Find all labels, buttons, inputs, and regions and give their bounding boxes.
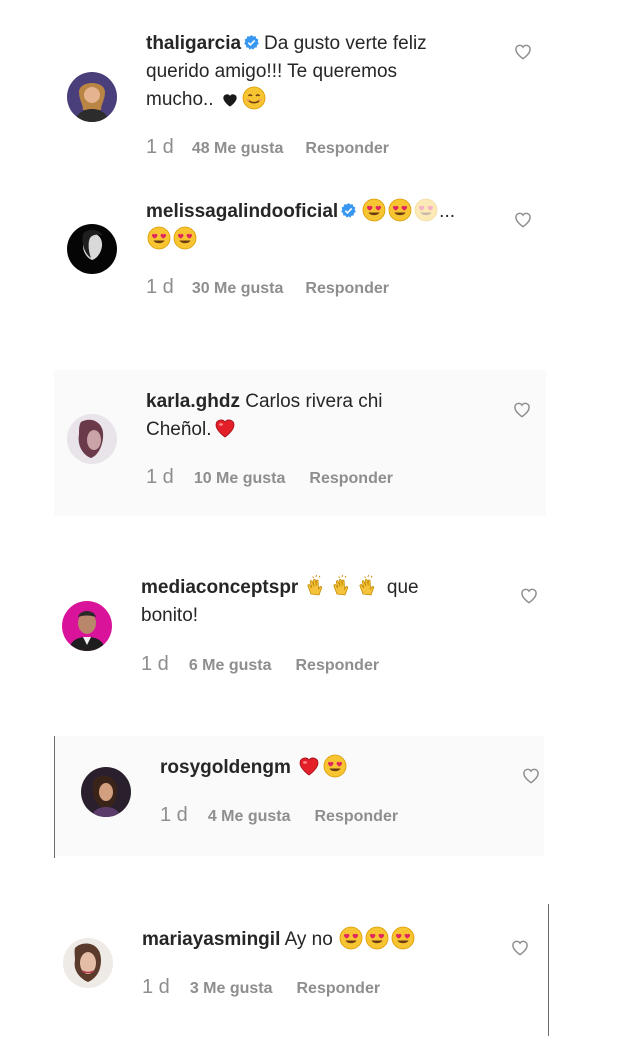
reply-button[interactable]: Responder bbox=[305, 280, 389, 298]
like-heart-icon[interactable] bbox=[520, 766, 542, 786]
likes-count[interactable]: 4 Me gusta bbox=[208, 808, 291, 826]
comment-body: bonito! bbox=[141, 605, 199, 626]
heart-eyes-icon bbox=[365, 926, 389, 950]
likes-count[interactable]: 48 Me gusta bbox=[192, 140, 284, 158]
thread-line bbox=[54, 736, 55, 858]
likes-count[interactable]: 3 Me gusta bbox=[190, 980, 273, 998]
timestamp: 1 d bbox=[141, 653, 169, 675]
comment-meta: 1 d 48 Me gusta Responder bbox=[146, 136, 389, 159]
comment-body: Cheñol. bbox=[146, 419, 212, 440]
username[interactable]: melissagalindooficial bbox=[146, 201, 338, 222]
avatar[interactable] bbox=[63, 938, 113, 988]
heart-eyes-icon bbox=[147, 226, 171, 250]
verified-badge-icon bbox=[340, 202, 357, 219]
likes-count[interactable]: 10 Me gusta bbox=[194, 470, 286, 488]
like-heart-icon[interactable] bbox=[518, 586, 540, 606]
username[interactable]: rosygoldengm bbox=[160, 757, 291, 778]
avatar[interactable] bbox=[67, 224, 117, 274]
comment-body: mucho.. bbox=[146, 89, 214, 110]
likes-count[interactable]: 6 Me gusta bbox=[189, 657, 272, 675]
timestamp: 1 d bbox=[142, 976, 170, 998]
reply-button[interactable]: Responder bbox=[305, 140, 389, 158]
likes-count[interactable]: 30 Me gusta bbox=[192, 280, 284, 298]
timestamp: 1 d bbox=[146, 276, 174, 298]
truncation-ellipsis: ... bbox=[439, 201, 456, 222]
comment-body: querido amigo!!! Te queremos bbox=[146, 61, 398, 82]
comment-text: thaligarcia Da gusto verte feliz querido … bbox=[146, 30, 491, 114]
comment-meta: 1 d 10 Me gusta Responder bbox=[146, 466, 393, 489]
heart-eyes-icon bbox=[339, 926, 363, 950]
avatar[interactable] bbox=[67, 72, 117, 122]
comment-text: mediaconceptspr que bonito! bbox=[141, 574, 501, 630]
comment-text: karla.ghdz Carlos rivera chi Cheñol. bbox=[146, 388, 486, 444]
avatar[interactable] bbox=[62, 601, 112, 651]
reply-button[interactable]: Responder bbox=[309, 470, 393, 488]
reply-button[interactable]: Responder bbox=[315, 808, 399, 826]
username[interactable]: mariayasmingil bbox=[142, 929, 280, 950]
avatar[interactable] bbox=[67, 414, 117, 464]
username[interactable]: mediaconceptspr bbox=[141, 577, 298, 598]
comment-text: rosygoldengm bbox=[160, 754, 490, 782]
heart-eyes-icon bbox=[323, 754, 347, 778]
comment-text: mariayasmingil Ay no bbox=[142, 926, 492, 954]
comment-body: Carlos rivera chi bbox=[245, 391, 383, 412]
comment-text: melissagalindooficial... bbox=[146, 198, 496, 254]
clapping-hands-icon bbox=[331, 574, 355, 598]
thread-line bbox=[548, 904, 549, 1036]
reply-button[interactable]: Responder bbox=[297, 980, 381, 998]
timestamp: 1 d bbox=[146, 136, 174, 158]
heart-eyes-icon bbox=[388, 198, 412, 222]
comment-meta: 1 d 4 Me gusta Responder bbox=[160, 804, 398, 827]
red-heart-icon bbox=[297, 754, 321, 778]
like-heart-icon[interactable] bbox=[512, 210, 534, 230]
like-heart-icon[interactable] bbox=[512, 42, 534, 62]
red-heart-icon bbox=[213, 416, 237, 440]
heart-eyes-icon bbox=[414, 198, 438, 222]
like-heart-icon[interactable] bbox=[509, 938, 531, 958]
clapping-hands-icon bbox=[305, 574, 329, 598]
like-heart-icon[interactable] bbox=[511, 400, 533, 420]
smiling-face-icon bbox=[242, 86, 266, 110]
avatar[interactable] bbox=[81, 767, 131, 817]
comment-meta: 1 d 6 Me gusta Responder bbox=[141, 653, 379, 676]
username[interactable]: thaligarcia bbox=[146, 33, 241, 54]
verified-badge-icon bbox=[243, 34, 260, 51]
timestamp: 1 d bbox=[160, 804, 188, 826]
username[interactable]: karla.ghdz bbox=[146, 391, 240, 412]
comment-body: Da gusto verte feliz bbox=[264, 33, 427, 54]
black-heart-icon bbox=[220, 90, 240, 110]
heart-eyes-icon bbox=[173, 226, 197, 250]
comment-body: que bbox=[386, 577, 419, 598]
heart-eyes-icon bbox=[391, 926, 415, 950]
comment-body: Ay no bbox=[284, 929, 333, 950]
clapping-hands-icon bbox=[357, 574, 381, 598]
reply-button[interactable]: Responder bbox=[296, 657, 380, 675]
timestamp: 1 d bbox=[146, 466, 174, 488]
heart-eyes-icon bbox=[362, 198, 386, 222]
comment-meta: 1 d 30 Me gusta Responder bbox=[146, 276, 389, 299]
comment-meta: 1 d 3 Me gusta Responder bbox=[142, 976, 380, 999]
